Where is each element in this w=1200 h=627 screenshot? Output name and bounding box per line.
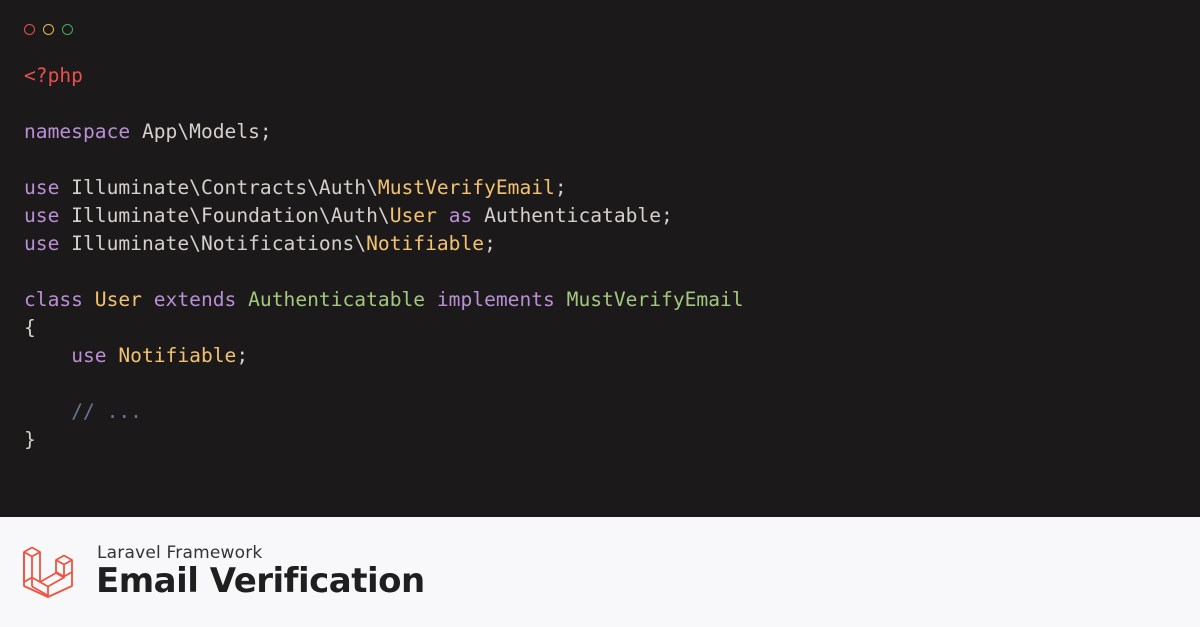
code-token-tag: <?php (24, 64, 83, 87)
code-line: // ... (24, 398, 744, 426)
code-token-kw: namespace (24, 120, 131, 143)
code-line: use Notifiable; (24, 342, 744, 370)
code-token-type: MustVerifyEmail (566, 288, 744, 311)
code-token-cls: Notifiable (366, 232, 485, 255)
code-token-kw: use (71, 344, 107, 367)
code-token-kw: implements (436, 288, 555, 311)
code-editor: <?php​namespace App\Models;​use Illumina… (0, 0, 1200, 517)
code-line: use Illuminate\Foundation\Auth\User as A… (24, 202, 744, 230)
minimize-dot-icon (43, 24, 54, 35)
footer-banner: Laravel Framework Email Verification (0, 517, 1200, 627)
code-line: } (24, 426, 744, 454)
close-dot-icon (24, 24, 35, 35)
code-token-plain: Illuminate\Notifications\ (59, 232, 367, 255)
code-token-cls: MustVerifyEmail (377, 176, 555, 199)
code-token-kw: class (24, 288, 83, 311)
code-line: class User extends Authenticatable imple… (24, 286, 744, 314)
code-line: ​ (24, 146, 744, 174)
laravel-logo-icon (23, 546, 73, 598)
code-token-kw: use (24, 204, 60, 227)
maximize-dot-icon (62, 24, 73, 35)
code-token-plain: Authenticatable; (472, 204, 673, 227)
code-token-plain: Illuminate\Foundation\Auth\ (59, 204, 390, 227)
page-title: Email Verification (96, 561, 425, 601)
code-line: { (24, 314, 744, 342)
code-line: ​ (24, 90, 744, 118)
code-token-plain: ; (554, 176, 567, 199)
code-token-cls: User (94, 288, 142, 311)
subtitle: Laravel Framework (97, 543, 263, 563)
code-token-plain: { (24, 316, 36, 339)
code-block: <?php​namespace App\Models;​use Illumina… (24, 62, 744, 454)
code-token-kw: use (24, 232, 60, 255)
code-token-plain: App\Models; (130, 120, 272, 143)
code-token-plain: ; (484, 232, 496, 255)
code-token-kw: as (448, 204, 473, 227)
code-line: use Illuminate\Notifications\Notifiable; (24, 230, 744, 258)
code-token-kw: use (24, 176, 60, 199)
window-controls (24, 24, 73, 35)
code-line: namespace App\Models; (24, 118, 744, 146)
code-line: <?php (24, 62, 744, 90)
code-line: ​ (24, 370, 744, 398)
code-token-comment: // ... (71, 400, 142, 423)
code-token-type: Authenticatable (248, 288, 426, 311)
code-token-plain: } (24, 428, 36, 451)
code-line: use Illuminate\Contracts\Auth\MustVerify… (24, 174, 744, 202)
code-token-cls: User (389, 204, 437, 227)
code-token-plain: ; (236, 344, 249, 367)
code-token-kw: extends (153, 288, 237, 311)
code-token-cls: Notifiable (118, 344, 237, 367)
code-token-plain: Illuminate\Contracts\Auth\ (59, 176, 378, 199)
code-line: ​ (24, 258, 744, 286)
